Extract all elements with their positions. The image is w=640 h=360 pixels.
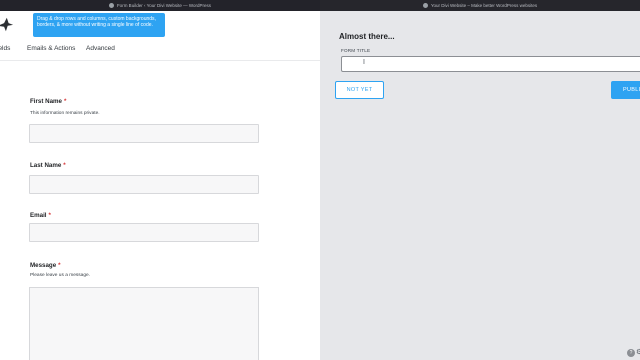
- form-title-label: FORM TITLE: [341, 48, 371, 53]
- tab-fields[interactable]: ields: [0, 45, 10, 52]
- browser-titlebar-left: Form Builder ‹ Your Divi Website — WordP…: [0, 0, 320, 11]
- message-description: Please leave us a message.: [30, 273, 90, 278]
- message-label: Message *: [30, 262, 61, 269]
- wordpress-icon: [422, 3, 428, 8]
- not-yet-button[interactable]: NOT YET: [335, 81, 384, 99]
- browser-titlebar-right: Your Divi Website – Make better WordPres…: [320, 0, 640, 11]
- tab-divider: [0, 60, 320, 61]
- last-name-input[interactable]: [29, 175, 259, 194]
- form-builder-pane: Drag & drop rows and columns, custom bac…: [0, 11, 320, 360]
- required-mark: *: [63, 162, 66, 169]
- first-name-input[interactable]: [29, 124, 259, 143]
- required-mark: *: [58, 262, 61, 269]
- form-title-input[interactable]: I: [341, 56, 640, 72]
- window-title-left: Form Builder ‹ Your Divi Website — WordP…: [116, 3, 212, 8]
- tooltip: Drag & drop rows and columns, custom bac…: [33, 13, 165, 37]
- email-input[interactable]: [29, 223, 259, 242]
- email-label: Email *: [30, 212, 51, 219]
- tab-advanced[interactable]: Advanced: [86, 45, 115, 52]
- publish-heading: Almost there...: [339, 32, 395, 41]
- bird-logo-icon: [0, 17, 14, 32]
- first-name-description: This information remains private.: [30, 111, 100, 116]
- help-icon[interactable]: ?: [627, 349, 635, 357]
- tab-emails-actions[interactable]: Emails & Actions: [27, 45, 75, 52]
- message-textarea[interactable]: [29, 287, 259, 360]
- window-title-right: Your Divi Website – Make better WordPres…: [430, 3, 538, 8]
- required-mark: *: [48, 212, 51, 219]
- builder-tabs: ields Emails & Actions Advanced: [0, 44, 320, 60]
- first-name-label: First Name *: [30, 98, 67, 105]
- publish-pane: Almost there... FORM TITLE I NOT YET PUB…: [320, 11, 640, 360]
- wordpress-icon: [108, 3, 114, 8]
- last-name-label: Last Name *: [30, 162, 66, 169]
- publish-button[interactable]: PUBLI: [611, 81, 640, 99]
- text-cursor-icon: I: [363, 59, 365, 66]
- gear-icon[interactable]: ⚙: [636, 348, 640, 356]
- required-mark: *: [63, 98, 67, 105]
